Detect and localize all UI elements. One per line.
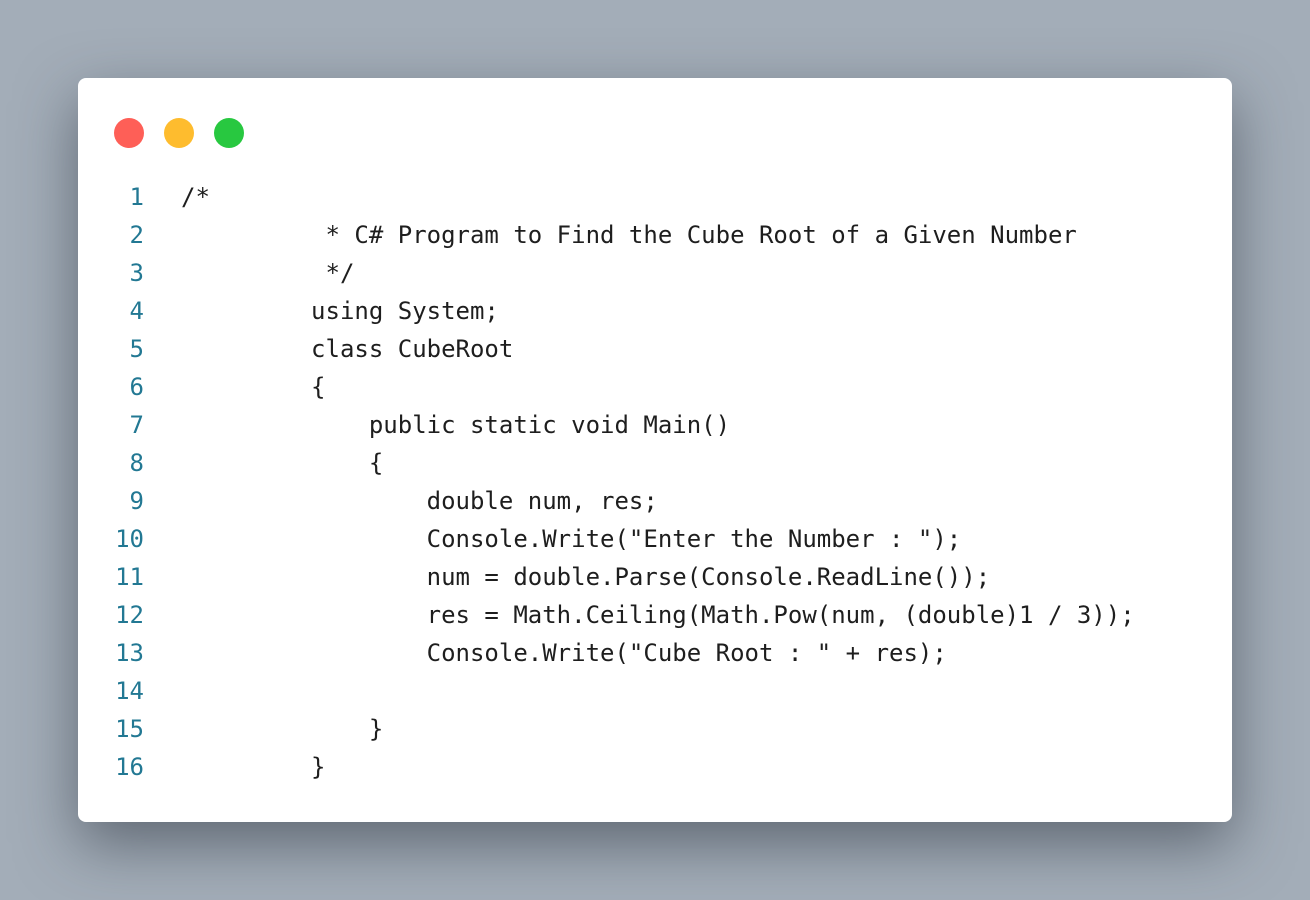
code-line: 7 public static void Main(): [78, 406, 1232, 444]
code-text: Console.Write("Enter the Number : ");: [181, 525, 962, 553]
code-text: num = double.Parse(Console.ReadLine());: [181, 563, 991, 591]
line-number: 11: [115, 563, 144, 591]
code-text: public static void Main(): [181, 411, 731, 439]
code-block: 1 /* 2 * C# Program to Find the Cube Root…: [78, 178, 1232, 786]
code-text: {: [181, 373, 326, 401]
code-text: class CubeRoot: [181, 335, 514, 363]
code-line: 8 {: [78, 444, 1232, 482]
code-text: double num, res;: [181, 487, 658, 515]
maximize-dot-icon[interactable]: [214, 118, 244, 148]
line-number: 12: [115, 601, 144, 629]
code-text: * C# Program to Find the Cube Root of a …: [181, 221, 1077, 249]
code-line: 12 res = Math.Ceiling(Math.Pow(num, (dou…: [78, 596, 1232, 634]
code-line: 13 Console.Write("Cube Root : " + res);: [78, 634, 1232, 672]
code-text: using System;: [181, 297, 499, 325]
code-line: 14: [78, 672, 1232, 710]
code-text: /*: [181, 183, 210, 211]
close-dot-icon[interactable]: [114, 118, 144, 148]
code-line: 10 Console.Write("Enter the Number : ");: [78, 520, 1232, 558]
code-text: res = Math.Ceiling(Math.Pow(num, (double…: [181, 601, 1135, 629]
code-window: 1 /* 2 * C# Program to Find the Cube Root…: [78, 78, 1232, 822]
line-number: 4: [129, 297, 144, 325]
code-line: 1 /*: [78, 178, 1232, 216]
code-line: 3 */: [78, 254, 1232, 292]
code-text: {: [181, 449, 384, 477]
line-number: 13: [115, 639, 144, 667]
line-number: 10: [115, 525, 144, 553]
code-text: Console.Write("Cube Root : " + res);: [181, 639, 947, 667]
line-number: 7: [129, 411, 144, 439]
code-line: 2 * C# Program to Find the Cube Root of …: [78, 216, 1232, 254]
line-number: 3: [129, 259, 144, 287]
line-number: 6: [129, 373, 144, 401]
code-line: 15 }: [78, 710, 1232, 748]
line-number: 8: [129, 449, 144, 477]
minimize-dot-icon[interactable]: [164, 118, 194, 148]
line-number: 15: [115, 715, 144, 743]
code-line: 4 using System;: [78, 292, 1232, 330]
code-line: 9 double num, res;: [78, 482, 1232, 520]
line-number: 1: [129, 183, 144, 211]
code-line: 6 {: [78, 368, 1232, 406]
code-text: }: [181, 753, 326, 781]
code-line: 16 }: [78, 748, 1232, 786]
line-number: 2: [129, 221, 144, 249]
line-number: 9: [129, 487, 144, 515]
code-text: */: [181, 259, 355, 287]
line-number: 5: [129, 335, 144, 363]
code-line: 5 class CubeRoot: [78, 330, 1232, 368]
line-number: 14: [115, 677, 144, 705]
code-text: }: [181, 715, 384, 743]
code-line: 11 num = double.Parse(Console.ReadLine()…: [78, 558, 1232, 596]
line-number: 16: [115, 753, 144, 781]
